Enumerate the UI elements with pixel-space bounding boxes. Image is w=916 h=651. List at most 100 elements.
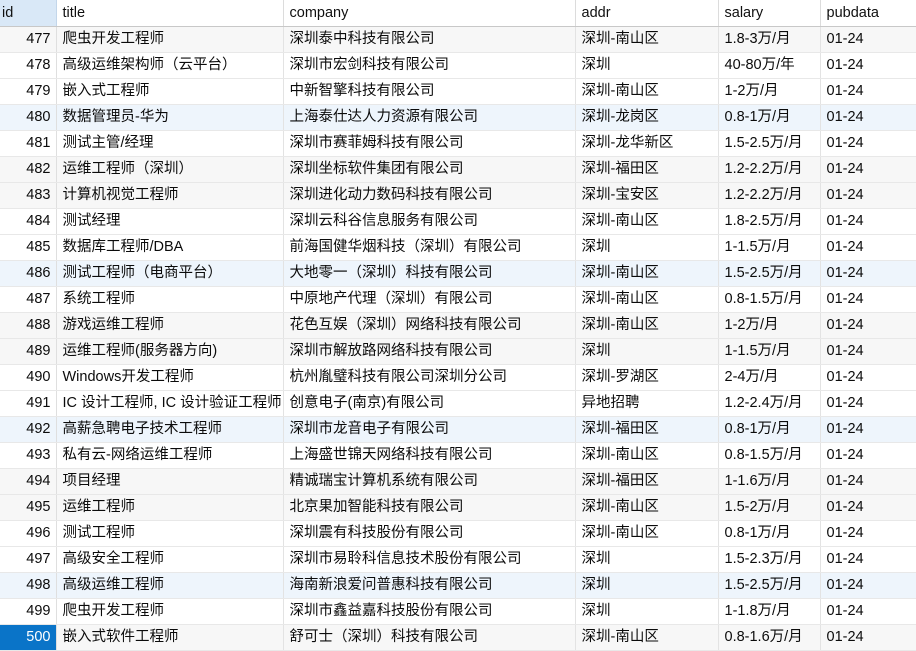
cell-pubdata[interactable]: 01-24 xyxy=(820,286,916,313)
cell-title[interactable]: 系统工程师 xyxy=(56,286,284,313)
cell-pubdata[interactable]: 01-24 xyxy=(820,260,916,287)
cell-addr[interactable]: 深圳 xyxy=(575,598,719,625)
cell-salary[interactable]: 1.2-2.2万/月 xyxy=(718,182,821,209)
table-row[interactable]: 497 高级安全工程师 深圳市易聆科信息技术股份有限公司 深圳 1.5-2.3万/月 01… xyxy=(0,546,916,573)
column-header-id[interactable]: id xyxy=(0,0,57,27)
table-row[interactable]: 492 高薪急聘电子技术工程师 深圳市龙音电子有限公司 深圳-福田区 0.8-1万/月 0… xyxy=(0,416,916,443)
cell-company[interactable]: 深圳市鑫益嘉科技股份有限公司 xyxy=(283,598,576,625)
cell-salary[interactable]: 40-80万/年 xyxy=(718,52,821,79)
cell-salary[interactable]: 1.5-2.3万/月 xyxy=(718,546,821,573)
cell-company[interactable]: 深圳震有科技股份有限公司 xyxy=(283,520,576,547)
table-row[interactable]: 487 系统工程师 中原地产代理（深圳）有限公司 深圳-南山区 0.8-1.5万/月 01… xyxy=(0,286,916,313)
cell-pubdata[interactable]: 01-24 xyxy=(820,26,916,53)
cell-addr[interactable]: 深圳 xyxy=(575,338,719,365)
cell-company[interactable]: 北京果加智能科技有限公司 xyxy=(283,494,576,521)
cell-salary[interactable]: 1.5-2.5万/月 xyxy=(718,130,821,157)
cell-salary[interactable]: 1-1.5万/月 xyxy=(718,338,821,365)
cell-pubdata[interactable]: 01-24 xyxy=(820,416,916,443)
table-row[interactable]: 480 数据管理员-华为 上海泰仕达人力资源有限公司 深圳-龙岗区 0.8-1万/月 01… xyxy=(0,104,916,131)
cell-salary[interactable]: 1.5-2.5万/月 xyxy=(718,572,821,599)
cell-id[interactable]: 485 xyxy=(0,234,57,261)
cell-title[interactable]: 测试主管/经理 xyxy=(56,130,284,157)
cell-addr[interactable]: 深圳-南山区 xyxy=(575,442,719,469)
cell-salary[interactable]: 0.8-1.6万/月 xyxy=(718,624,821,651)
cell-addr[interactable]: 深圳-宝安区 xyxy=(575,182,719,209)
cell-id[interactable]: 494 xyxy=(0,468,57,495)
cell-pubdata[interactable]: 01-24 xyxy=(820,494,916,521)
cell-company[interactable]: 深圳市易聆科信息技术股份有限公司 xyxy=(283,546,576,573)
table-row[interactable]: 496 测试工程师 深圳震有科技股份有限公司 深圳-南山区 0.8-1万/月 01-24 xyxy=(0,520,916,547)
cell-salary[interactable]: 0.8-1.5万/月 xyxy=(718,442,821,469)
cell-id[interactable]: 497 xyxy=(0,546,57,573)
cell-pubdata[interactable]: 01-24 xyxy=(820,598,916,625)
cell-addr[interactable]: 深圳-南山区 xyxy=(575,78,719,105)
cell-title[interactable]: 高薪急聘电子技术工程师 xyxy=(56,416,284,443)
cell-addr[interactable]: 深圳-罗湖区 xyxy=(575,364,719,391)
cell-pubdata[interactable]: 01-24 xyxy=(820,52,916,79)
column-header-pubdata[interactable]: pubdata xyxy=(820,0,916,27)
cell-addr[interactable]: 异地招聘 xyxy=(575,390,719,417)
cell-pubdata[interactable]: 01-24 xyxy=(820,104,916,131)
cell-salary[interactable]: 1.8-2.5万/月 xyxy=(718,208,821,235)
cell-title[interactable]: 嵌入式软件工程师 xyxy=(56,624,284,651)
cell-company[interactable]: 舒可士（深圳）科技有限公司 xyxy=(283,624,576,651)
table-row[interactable]: 500 嵌入式软件工程师 舒可士（深圳）科技有限公司 深圳-南山区 0.8-1.6万/月… xyxy=(0,624,916,651)
cell-salary[interactable]: 0.8-1万/月 xyxy=(718,520,821,547)
cell-company[interactable]: 上海泰仕达人力资源有限公司 xyxy=(283,104,576,131)
table-row[interactable]: 481 测试主管/经理 深圳市赛菲姆科技有限公司 深圳-龙华新区 1.5-2.5万/月 0… xyxy=(0,130,916,157)
cell-id[interactable]: 491 xyxy=(0,390,57,417)
cell-id[interactable]: 484 xyxy=(0,208,57,235)
cell-salary[interactable]: 1.5-2.5万/月 xyxy=(718,260,821,287)
cell-company[interactable]: 上海盛世锦天网络科技有限公司 xyxy=(283,442,576,469)
cell-pubdata[interactable]: 01-24 xyxy=(820,624,916,651)
cell-id[interactable]: 489 xyxy=(0,338,57,365)
column-header-addr[interactable]: addr xyxy=(575,0,719,27)
cell-id[interactable]: 482 xyxy=(0,156,57,183)
cell-addr[interactable]: 深圳-南山区 xyxy=(575,208,719,235)
cell-company[interactable]: 深圳泰中科技有限公司 xyxy=(283,26,576,53)
cell-title[interactable]: 爬虫开发工程师 xyxy=(56,598,284,625)
table-row[interactable]: 488 游戏运维工程师 花色互娱（深圳）网络科技有限公司 深圳-南山区 1-2万/月 01… xyxy=(0,312,916,339)
cell-company[interactable]: 深圳进化动力数码科技有限公司 xyxy=(283,182,576,209)
cell-company[interactable]: 中原地产代理（深圳）有限公司 xyxy=(283,286,576,313)
table-row[interactable]: 490 Windows开发工程师 杭州胤璧科技有限公司深圳分公司 深圳-罗湖区 2-4万… xyxy=(0,364,916,391)
cell-title[interactable]: 运维工程师（深圳） xyxy=(56,156,284,183)
cell-id[interactable]: 487 xyxy=(0,286,57,313)
cell-id[interactable]: 477 xyxy=(0,26,57,53)
cell-id[interactable]: 483 xyxy=(0,182,57,209)
cell-salary[interactable]: 1.2-2.4万/月 xyxy=(718,390,821,417)
table-row[interactable]: 486 测试工程师（电商平台） 大地零一（深圳）科技有限公司 深圳-南山区 1.5-2.… xyxy=(0,260,916,287)
cell-company[interactable]: 深圳市龙音电子有限公司 xyxy=(283,416,576,443)
cell-title[interactable]: 测试工程师（电商平台） xyxy=(56,260,284,287)
cell-title[interactable]: 高级运维架构师（云平台） xyxy=(56,52,284,79)
cell-title[interactable]: Windows开发工程师 xyxy=(56,364,284,391)
cell-pubdata[interactable]: 01-24 xyxy=(820,182,916,209)
table-row[interactable]: 491 IC 设计工程师, IC 设计验证工程师 创意电子(南京)有限公司 异地招聘 1… xyxy=(0,390,916,417)
cell-id[interactable]: 486 xyxy=(0,260,57,287)
cell-title[interactable]: 运维工程师(服务器方向) xyxy=(56,338,284,365)
column-header-salary[interactable]: salary xyxy=(718,0,821,27)
cell-pubdata[interactable]: 01-24 xyxy=(820,156,916,183)
cell-company[interactable]: 深圳市解放路网络科技有限公司 xyxy=(283,338,576,365)
cell-id[interactable]: 481 xyxy=(0,130,57,157)
cell-title[interactable]: 嵌入式工程师 xyxy=(56,78,284,105)
cell-pubdata[interactable]: 01-24 xyxy=(820,572,916,599)
cell-id[interactable]: 493 xyxy=(0,442,57,469)
cell-id[interactable]: 492 xyxy=(0,416,57,443)
cell-salary[interactable]: 1-2万/月 xyxy=(718,312,821,339)
cell-company[interactable]: 海南新浪爱问普惠科技有限公司 xyxy=(283,572,576,599)
cell-title[interactable]: IC 设计工程师, IC 设计验证工程师 xyxy=(56,390,284,417)
cell-company[interactable]: 深圳云科谷信息服务有限公司 xyxy=(283,208,576,235)
cell-company[interactable]: 精诚瑞宝计算机系统有限公司 xyxy=(283,468,576,495)
cell-addr[interactable]: 深圳-福田区 xyxy=(575,416,719,443)
cell-company[interactable]: 中新智擎科技有限公司 xyxy=(283,78,576,105)
cell-pubdata[interactable]: 01-24 xyxy=(820,442,916,469)
column-header-company[interactable]: company xyxy=(283,0,576,27)
cell-pubdata[interactable]: 01-24 xyxy=(820,546,916,573)
cell-addr[interactable]: 深圳-南山区 xyxy=(575,624,719,651)
cell-title[interactable]: 爬虫开发工程师 xyxy=(56,26,284,53)
cell-pubdata[interactable]: 01-24 xyxy=(820,520,916,547)
cell-pubdata[interactable]: 01-24 xyxy=(820,338,916,365)
cell-addr[interactable]: 深圳-南山区 xyxy=(575,260,719,287)
cell-pubdata[interactable]: 01-24 xyxy=(820,78,916,105)
